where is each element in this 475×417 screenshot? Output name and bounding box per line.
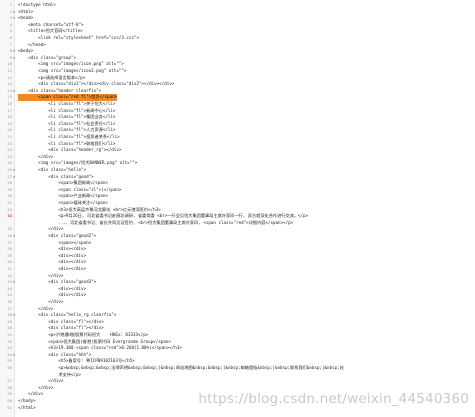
watermark-text: https://blog.csdn.net/weixin_44540360 [198, 391, 469, 407]
code-editor[interactable]: 1 <!doctype html> 2 ⊟ <html> 3 ⊟ <head> 4 <meta … [0, 0, 475, 417]
code-text: </html> [18, 404, 36, 410]
line-number: 61 [7, 404, 12, 410]
